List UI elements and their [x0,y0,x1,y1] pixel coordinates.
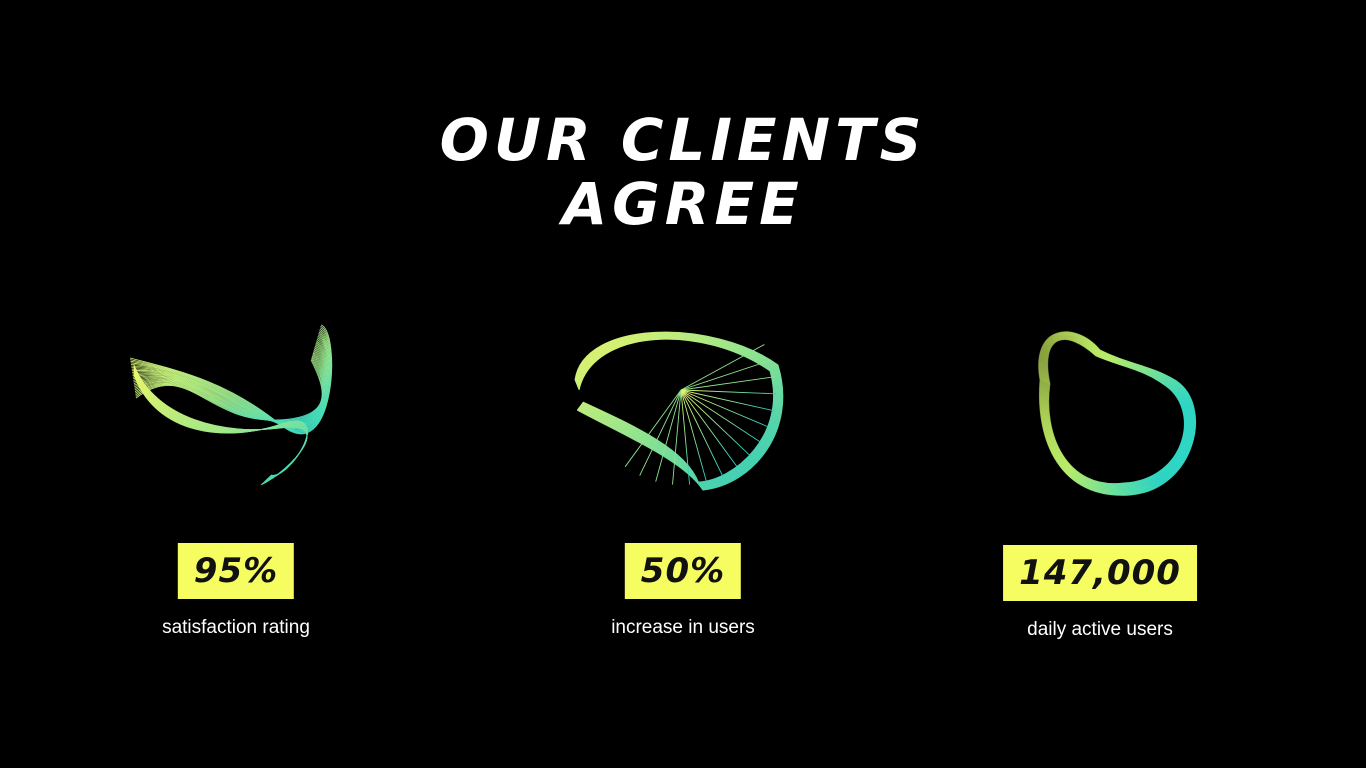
stat-daily-users: 147,000 daily active users [950,0,1250,768]
wireframe-ribbon-icon [129,324,333,486]
stat-value-badge: 50% [624,543,742,599]
stat-label: daily active users [1027,619,1173,640]
stat-value-badge: 95% [177,543,295,599]
wireframe-shell-icon [574,331,784,491]
slide: OUR CLIENTS AGREE 95% satisfaction ratin… [0,0,1366,768]
stat-user-increase: 50% increase in users [533,0,833,768]
wireframe-ring-icon [1038,331,1197,496]
stat-satisfaction: 95% satisfaction rating [86,0,386,768]
stat-label: increase in users [611,617,755,638]
stat-label: satisfaction rating [162,617,310,638]
stat-value-badge: 147,000 [1003,545,1197,601]
